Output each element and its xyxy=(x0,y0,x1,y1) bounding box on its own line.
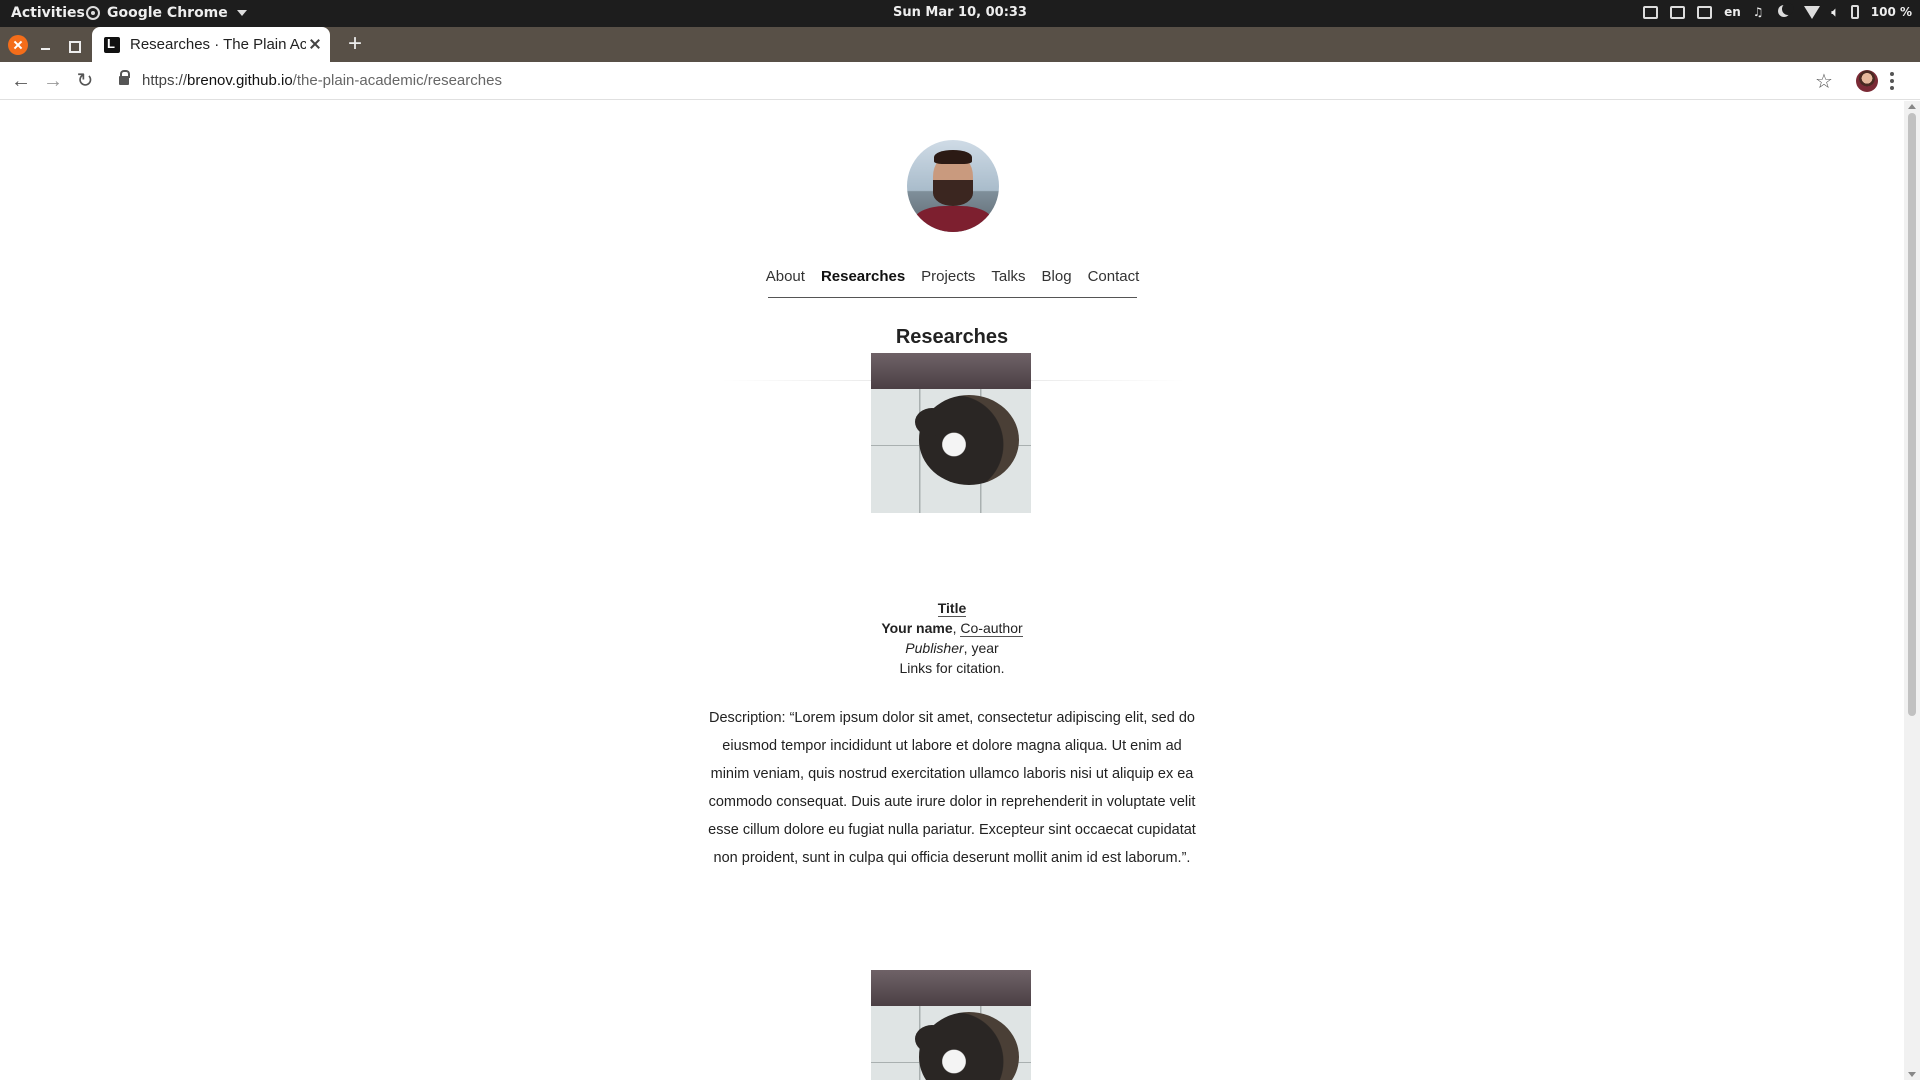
system-tray[interactable]: en ♫ 🔈︎ 100 % xyxy=(1643,3,1912,20)
page-content: About Researches Projects Talks Blog Con… xyxy=(0,101,1904,1080)
nav-talks[interactable]: Talks xyxy=(991,268,1025,297)
nav-researches[interactable]: Researches xyxy=(821,268,905,297)
research-title-link[interactable]: Title xyxy=(937,600,967,617)
back-arrow-icon[interactable]: ← xyxy=(10,70,32,92)
url-path: /the-plain-academic/researches xyxy=(292,72,502,89)
window-close-button[interactable] xyxy=(8,35,28,55)
window-minimize-button[interactable] xyxy=(36,35,56,55)
profile-avatar[interactable] xyxy=(1856,70,1878,92)
address-bar[interactable]: https://brenov.github.io/the-plain-acade… xyxy=(142,72,502,89)
nav-blog[interactable]: Blog xyxy=(1042,268,1072,297)
tab-strip: Researches · The Plain Academic + xyxy=(0,27,1920,62)
night-light-icon[interactable] xyxy=(1776,3,1794,20)
research-authors: Your name, Co-author xyxy=(0,618,1904,638)
coauthor-link[interactable]: Co-author xyxy=(960,620,1023,637)
language-indicator[interactable]: en xyxy=(1724,5,1741,19)
publisher-name: Publisher xyxy=(905,640,964,656)
research-publisher: Publisher, year xyxy=(0,638,1904,658)
kebab-menu-icon[interactable] xyxy=(1890,72,1894,90)
tab-title: Researches · The Plain Academic xyxy=(130,36,306,53)
research-title: Title xyxy=(0,598,1904,618)
tab-researches[interactable]: Researches · The Plain Academic xyxy=(92,27,330,62)
research-thumbnail xyxy=(871,970,1031,1080)
battery-icon[interactable] xyxy=(1850,5,1859,19)
url-scheme: https:// xyxy=(142,72,188,89)
tab-close-icon[interactable] xyxy=(308,37,322,51)
window-icon[interactable] xyxy=(1697,5,1713,19)
new-tab-button[interactable]: + xyxy=(344,32,366,56)
citation-links: Links for citation. xyxy=(899,660,1005,676)
page-title: Researches xyxy=(895,326,1009,348)
browser-toolbar: ← → ↻ https://brenov.github.io/the-plain… xyxy=(0,62,1920,100)
window-maximize-button[interactable] xyxy=(63,35,83,55)
nav-projects[interactable]: Projects xyxy=(921,268,975,297)
clock[interactable]: Sun Mar 10, 00:33 xyxy=(0,5,1920,20)
bookmark-star-icon[interactable]: ☆ xyxy=(1815,69,1833,94)
music-icon[interactable]: ♫ xyxy=(1753,5,1764,19)
publish-year: , year xyxy=(963,640,999,656)
nav-about[interactable]: About xyxy=(766,268,805,297)
site-nav: About Researches Projects Talks Blog Con… xyxy=(766,268,1140,298)
research-description: Description: “Lorem ipsum dolor sit amet… xyxy=(708,710,1196,866)
lock-icon[interactable] xyxy=(119,70,130,85)
reload-icon[interactable]: ↻ xyxy=(74,70,96,92)
scroll-down-icon[interactable] xyxy=(1908,1072,1916,1077)
author-self: Your name xyxy=(881,620,953,636)
scrollbar-thumb[interactable] xyxy=(1908,113,1916,716)
battery-percent: 100 % xyxy=(1870,5,1912,19)
profile-photo xyxy=(907,140,999,232)
site-favicon-icon xyxy=(104,36,120,53)
scroll-up-icon[interactable] xyxy=(1908,104,1916,109)
nav-contact[interactable]: Contact xyxy=(1088,268,1140,297)
system-top-bar: Activities Google Chrome Sun Mar 10, 00:… xyxy=(0,0,1920,27)
wifi-icon[interactable] xyxy=(1803,5,1820,19)
dropbox-icon[interactable] xyxy=(1643,5,1659,19)
url-host: brenov.github.io xyxy=(187,72,293,89)
research-thumbnail xyxy=(871,353,1031,513)
page-scrollbar[interactable] xyxy=(1904,101,1920,1080)
forward-arrow-icon[interactable]: → xyxy=(42,70,64,92)
volume-icon[interactable]: 🔈︎ xyxy=(1832,5,1839,20)
screen-icon[interactable] xyxy=(1670,5,1686,19)
